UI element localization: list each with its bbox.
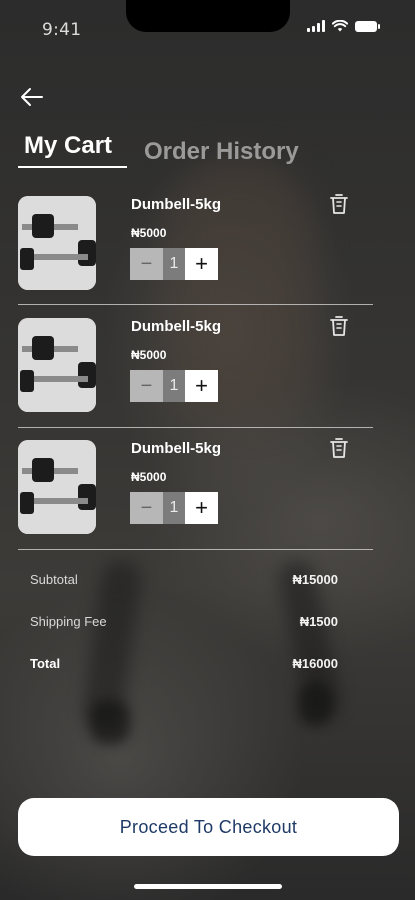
item-divider <box>18 549 373 550</box>
quantity-value: 1 <box>163 248 185 280</box>
quantity-value: 1 <box>163 492 185 524</box>
quantity-stepper: − 1 + <box>130 370 218 402</box>
decrease-quantity-button[interactable]: − <box>130 492 163 524</box>
proceed-to-checkout-button[interactable]: Proceed To Checkout <box>18 798 399 856</box>
active-tab-underline <box>18 166 127 168</box>
subtotal-value: ₦15000 <box>292 572 338 587</box>
quantity-stepper: − 1 + <box>130 492 218 524</box>
subtotal-label: Subtotal <box>30 572 78 587</box>
status-time: 9:41 <box>42 20 82 40</box>
decrease-quantity-button[interactable]: − <box>130 370 163 402</box>
cart-item: Dumbell-5kg ₦5000 − 1 + <box>18 186 373 296</box>
total-row: Total ₦16000 <box>30 656 338 676</box>
shipping-row: Shipping Fee ₦1500 <box>30 614 338 634</box>
back-button[interactable] <box>18 84 46 110</box>
shipping-value: ₦1500 <box>299 614 338 629</box>
trash-icon[interactable] <box>328 436 350 460</box>
shipping-label: Shipping Fee <box>30 614 107 629</box>
item-divider <box>18 304 373 305</box>
cart-item: Dumbell-5kg ₦5000 − 1 + <box>18 430 373 540</box>
wifi-icon <box>332 20 348 32</box>
total-label: Total <box>30 656 61 671</box>
quantity-stepper: − 1 + <box>130 248 218 280</box>
subtotal-row: Subtotal ₦15000 <box>30 572 338 592</box>
cart-item: Dumbell-5kg ₦5000 − 1 + <box>18 308 373 418</box>
status-bar: 9:41 <box>0 0 415 56</box>
total-value: ₦16000 <box>292 656 338 671</box>
product-price: ₦5000 <box>131 348 167 362</box>
product-name: Dumbell-5kg <box>131 318 222 335</box>
product-name: Dumbell-5kg <box>131 196 222 213</box>
increase-quantity-button[interactable]: + <box>185 492 218 524</box>
trash-icon[interactable] <box>328 192 350 216</box>
product-image <box>18 318 96 412</box>
increase-quantity-button[interactable]: + <box>185 248 218 280</box>
product-name: Dumbell-5kg <box>131 440 222 457</box>
increase-quantity-button[interactable]: + <box>185 370 218 402</box>
tab-order-history[interactable]: Order History <box>144 138 299 166</box>
signal-icon <box>307 20 325 32</box>
back-arrow-icon <box>21 88 43 106</box>
decrease-quantity-button[interactable]: − <box>130 248 163 280</box>
tab-my-cart[interactable]: My Cart <box>24 132 112 160</box>
product-image <box>18 196 96 290</box>
battery-icon <box>355 20 380 32</box>
product-price: ₦5000 <box>131 226 167 240</box>
product-image <box>18 440 96 534</box>
device-notch <box>126 0 290 32</box>
home-indicator <box>134 884 282 889</box>
quantity-value: 1 <box>163 370 185 402</box>
trash-icon[interactable] <box>328 314 350 338</box>
item-divider <box>18 427 373 428</box>
product-price: ₦5000 <box>131 470 167 484</box>
